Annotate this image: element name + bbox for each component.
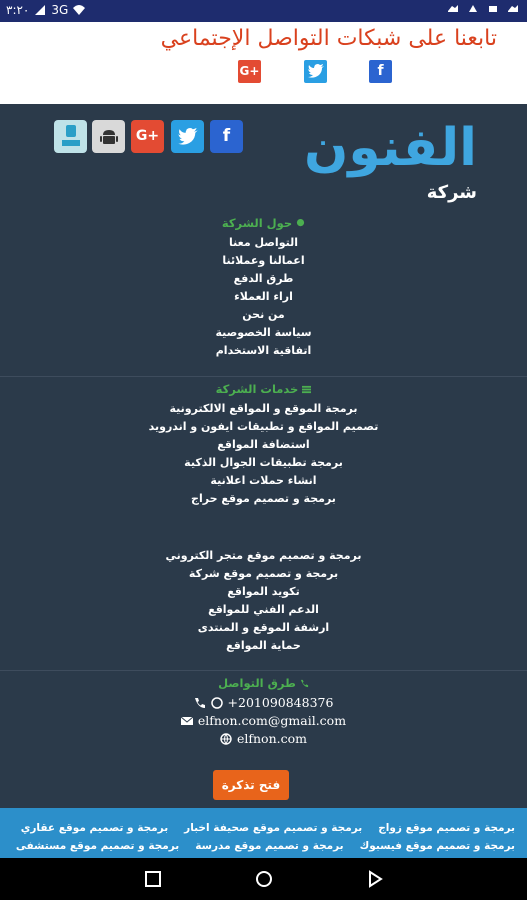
footer-link[interactable]: التواصل معنا [0,234,527,252]
envelope-icon [180,716,193,725]
notification-icon [448,5,458,12]
follow-title: تابعنا على شبكات التواصل الإجتماعي [160,26,497,51]
logo-word: الفنون [304,118,479,178]
footer-link[interactable]: استضافة المواقع [0,436,527,454]
strip-link[interactable]: برمجة و تصميم موقع فيسبوك [360,840,515,852]
footer-link[interactable]: انشاء حملات اعلانية [0,472,527,490]
strip-link[interactable]: برمجة و تصميم موقع صحيفة اخبار [184,822,362,834]
company-logo[interactable]: الفنون شركة [283,118,483,206]
signal-icon [35,5,46,15]
divider [0,670,527,671]
contact-website[interactable]: elfnon.com [237,730,307,748]
whatsapp-icon [210,697,223,709]
android-app-icon[interactable] [92,120,125,153]
footer-link[interactable]: برمجة و تصميم موقع حراج [0,490,527,508]
footer-link[interactable]: الدعم الفني للمواقع [0,601,527,619]
contact-email[interactable]: elfnon.com@gmail.com [198,712,346,730]
contact-title: طرق التواصل [218,676,296,690]
footer-link[interactable]: طرق الدفع [0,270,527,288]
notification-icon [489,6,497,12]
notification-icon [469,5,477,12]
phone-number[interactable]: +201090848376 [228,694,334,712]
follow-icons: G+ f [238,60,394,84]
wifi-icon [73,5,86,15]
google-plus-icon[interactable]: G+ [238,60,261,83]
services-more-section: برمجة و تصميم موقع متجر الكتروني برمجة و… [0,547,527,655]
footer-link[interactable]: برمجة و تصميم موقع متجر الكتروني [0,547,527,565]
recent-apps-icon[interactable] [144,870,162,888]
footer-link[interactable]: حماية المواقع [0,637,527,655]
notification-icon [508,5,518,12]
phone-icon [300,679,308,687]
footer-link[interactable]: اراء العملاء [0,288,527,306]
phone-icon [194,698,205,708]
logo-subtitle: شركة [426,182,477,203]
footer-link[interactable]: اتفاقية الاستخدام [0,342,527,360]
strip-link[interactable]: برمجة و تصميم موقع عقاري [21,822,168,834]
strip-link[interactable]: برمجة و تصميم موقع زواج [378,822,515,834]
list-icon [302,385,312,393]
open-ticket-button[interactable]: فتح تذكرة [213,770,289,800]
status-bar: ٣:٢٠ 3G [0,0,527,22]
footer-link[interactable]: اعمالنا وعملائنا [0,252,527,270]
about-section: حول الشركة التواصل معنا اعمالنا وعملائنا… [0,216,527,360]
links-strip: برمجة و تصميم موقع زواج برمجة و تصميم مو… [0,808,527,858]
facebook-icon[interactable]: f [369,60,392,83]
follow-section: تابعنا على شبكات التواصل الإجتماعي G+ f [0,22,527,104]
footer-link[interactable]: تكويد المواقع [0,583,527,601]
footer-link[interactable]: برمجة و تصميم موقع شركة [0,565,527,583]
site-footer: الفنون شركة f G+ حول الشركة التواصل معنا… [0,104,527,808]
footer-link[interactable]: سياسة الخصوصية [0,324,527,342]
services-section: خدمات الشركة برمجة الموقع و المواقع الال… [0,382,527,508]
network-type: 3G [51,3,69,17]
back-icon[interactable] [366,870,384,888]
footer-link[interactable]: ارشفة الموقع و المنتدى [0,619,527,637]
globe-icon [220,733,232,745]
location-icon [297,218,305,226]
home-icon[interactable] [255,870,273,888]
footer-link[interactable]: تصميم المواقع و تطبيقات ايفون و اندرويد [0,418,527,436]
services-title: خدمات الشركة [215,382,299,396]
footer-link[interactable]: من نحن [0,306,527,324]
google-plus-icon[interactable]: G+ [131,120,164,153]
divider [0,376,527,377]
about-title: حول الشركة [221,216,293,230]
dmca-badge-icon[interactable] [54,120,87,153]
social-links: f G+ [54,120,244,154]
navigation-bar [0,858,527,900]
footer-link[interactable]: برمجة الموقع و المواقع الالكترونية [0,400,527,418]
status-time: ٣:٢٠ [6,3,30,17]
facebook-icon[interactable]: f [210,120,243,153]
footer-link[interactable]: برمجة تطبيقات الجوال الذكية [0,454,527,472]
strip-link[interactable]: برمجة و تصميم موقع مدرسة [195,840,343,852]
twitter-icon[interactable] [304,60,327,83]
strip-link[interactable]: برمجة و تصميم موقع مستشفى [16,840,179,852]
twitter-icon[interactable] [171,120,204,153]
contact-section: طرق التواصل +201090848376 elfnon.com@gma… [0,676,527,748]
